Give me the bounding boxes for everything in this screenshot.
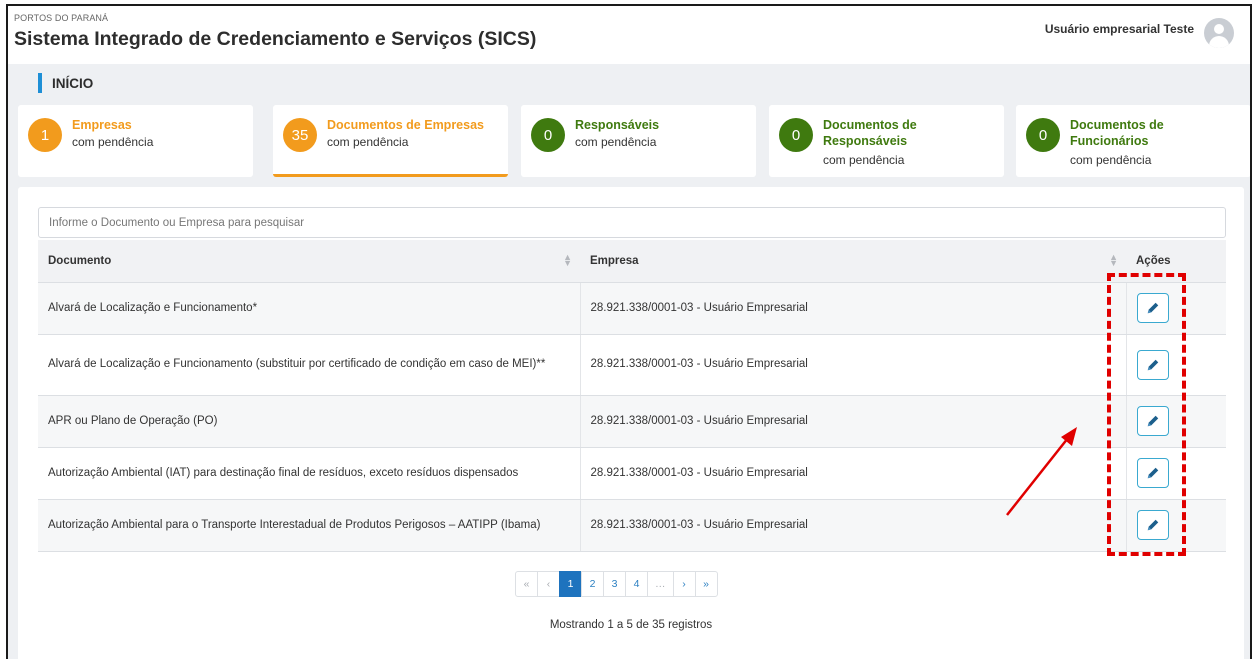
pagination-next[interactable]: ›: [672, 571, 696, 597]
card-title-line2: Responsáveis: [823, 134, 908, 148]
card-subtitle: com pendência: [1070, 153, 1152, 167]
cell-empresa: 28.921.338/0001-03 - Usuário Empresarial: [580, 334, 1127, 396]
annotation-highlight-box: [1107, 273, 1186, 556]
section-accent: [38, 73, 42, 93]
documents-table: Documento ▲ ▼ Empresa ▲ ▼ Ações Alvará de …: [38, 240, 1226, 552]
cell-documento: Alvará de Localização e Funcionamento (s…: [38, 334, 581, 396]
card-title: Documentos de Empresas: [327, 118, 484, 132]
cell-documento: APR ou Plano de Operação (PO): [38, 395, 581, 448]
pagination-ellipsis: …: [647, 571, 674, 597]
card-title: Documentos de Responsáveis: [823, 117, 917, 149]
card-title-line2: Funcionários: [1070, 134, 1149, 148]
table-row: Alvará de Localização e Funcionamento (s…: [38, 334, 1226, 396]
avatar-icon[interactable]: [1204, 18, 1234, 48]
pagination-last[interactable]: »: [694, 571, 718, 597]
section-header: INÍCIO: [38, 72, 93, 94]
card-documentos-responsaveis[interactable]: 0 Documentos de Responsáveis com pendênc…: [769, 105, 1004, 177]
card-subtitle: com pendência: [327, 135, 409, 149]
card-documentos-empresas[interactable]: 35 Documentos de Empresas com pendência: [273, 105, 508, 177]
card-count: 0: [1026, 118, 1060, 152]
sort-icon[interactable]: ▲ ▼: [1109, 253, 1118, 268]
pagination-page-4[interactable]: 4: [625, 571, 648, 597]
column-header-empresa[interactable]: Empresa ▲ ▼: [580, 240, 1126, 283]
table-row: Autorização Ambiental (IAT) para destina…: [38, 447, 1226, 500]
user-name[interactable]: Usuário empresarial Teste: [1045, 22, 1194, 36]
card-title-line1: Documentos de: [1070, 118, 1164, 132]
card-count: 0: [779, 118, 813, 152]
pagination: « ‹ 1 2 3 4 … › »: [515, 571, 718, 597]
cell-documento: Autorização Ambiental (IAT) para destina…: [38, 447, 581, 500]
records-summary: Mostrando 1 a 5 de 35 registros: [549, 619, 713, 631]
sort-icon[interactable]: ▲ ▼: [563, 253, 572, 268]
table-row: Autorização Ambiental para o Transporte …: [38, 499, 1226, 552]
table-row: Alvará de Localização e Funcionamento* 2…: [38, 282, 1226, 335]
pagination-page-2[interactable]: 2: [581, 571, 604, 597]
section-title: INÍCIO: [52, 75, 94, 91]
org-name: PORTOS DO PARANÁ: [14, 13, 109, 23]
cell-documento: Autorização Ambiental para o Transporte …: [38, 499, 581, 552]
cell-empresa: 28.921.338/0001-03 - Usuário Empresarial: [580, 395, 1127, 448]
cell-empresa: 28.921.338/0001-03 - Usuário Empresarial: [580, 499, 1127, 552]
card-responsaveis[interactable]: 0 Responsáveis com pendência: [521, 105, 756, 177]
pagination-prev[interactable]: ‹: [537, 571, 560, 597]
card-subtitle: com pendência: [575, 135, 657, 149]
cell-documento: Alvará de Localização e Funcionamento*: [38, 282, 581, 335]
pagination-page-1[interactable]: 1: [559, 571, 582, 597]
card-title: Responsáveis: [575, 118, 660, 132]
search-input[interactable]: [38, 207, 1226, 238]
table-row: APR ou Plano de Operação (PO) 28.921.338…: [38, 395, 1226, 448]
card-documentos-funcionarios[interactable]: 0 Documentos de Funcionários com pendênc…: [1016, 105, 1250, 177]
card-title-line1: Documentos de: [823, 118, 917, 132]
card-subtitle: com pendência: [72, 135, 154, 149]
cell-empresa: 28.921.338/0001-03 - Usuário Empresarial: [580, 447, 1127, 500]
card-count: 0: [531, 118, 565, 152]
pagination-first[interactable]: «: [515, 571, 538, 597]
pagination-page-3[interactable]: 3: [603, 571, 626, 597]
column-header-documento[interactable]: Documento ▲ ▼: [38, 240, 580, 283]
card-subtitle: com pendência: [823, 153, 905, 167]
system-title: Sistema Integrado de Credenciamento e Se…: [14, 28, 537, 50]
card-title: Documentos de Funcionários: [1070, 117, 1164, 149]
content-panel: Documento ▲▼ Empresa ▲▼ Ações Alvará de …: [18, 187, 1244, 659]
cell-empresa: 28.921.338/0001-03 - Usuário Empresarial: [580, 282, 1127, 335]
card-count: 35: [283, 118, 317, 152]
header: PORTOS DO PARANÁ Sistema Integrado de Cr…: [8, 6, 1250, 64]
card-title: Empresas: [72, 118, 132, 132]
card-empresas[interactable]: 1 Empresas com pendência: [18, 105, 253, 177]
card-count: 1: [28, 118, 62, 152]
app-frame: PORTOS DO PARANÁ Sistema Integrado de Cr…: [6, 4, 1252, 659]
